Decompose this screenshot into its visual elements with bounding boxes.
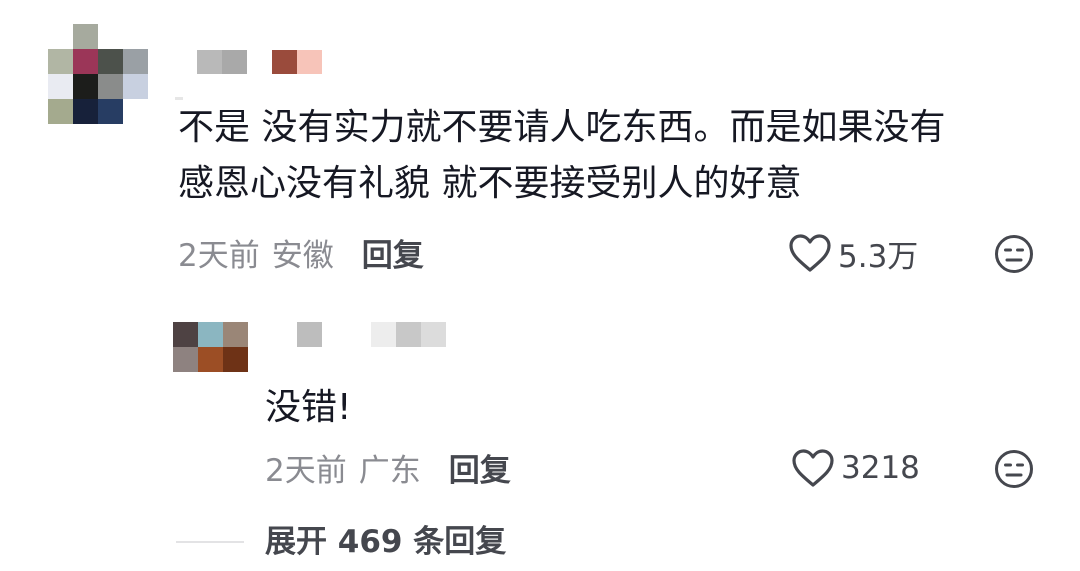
- reply-like-count: 3218: [841, 450, 920, 486]
- reply-location: 广东: [358, 452, 421, 489]
- comment-text-line-2: 感恩心没有礼貌 就不要接受别人的好意: [178, 163, 802, 204]
- reply-time: 2天前: [265, 452, 347, 489]
- expand-replies-button[interactable]: 展开 469 条回复: [265, 520, 506, 564]
- expand-divider: [176, 541, 244, 543]
- reply-like-button[interactable]: 3218: [791, 446, 920, 490]
- replier-username[interactable]: [297, 322, 322, 347]
- reply-text: 没错!: [265, 387, 352, 428]
- commenter-badge: [272, 50, 322, 74]
- like-button[interactable]: 5.3万: [788, 231, 918, 275]
- comment-text-line-1: 不是 没有实力就不要请人吃东西。而是如果没有: [178, 107, 946, 148]
- commenter-avatar[interactable]: [48, 24, 148, 124]
- reply-meta: 2天前 广东 回复: [265, 445, 511, 490]
- comment-location: 安徽: [271, 237, 334, 274]
- like-count: 5.3万: [838, 238, 919, 275]
- heart-outline-icon: [792, 449, 834, 487]
- comment-time: 2天前: [178, 237, 260, 274]
- replier-avatar[interactable]: [173, 322, 248, 372]
- meh-face-icon[interactable]: [994, 449, 1034, 489]
- heart-outline-icon: [789, 234, 831, 272]
- meh-face-icon[interactable]: [994, 234, 1034, 274]
- comment-text: 不是 没有实力就不要请人吃东西。而是如果没有 感恩心没有礼貌 就不要接受别人的好…: [178, 100, 945, 212]
- commenter-username[interactable]: [197, 50, 247, 74]
- reply-button[interactable]: 回复: [362, 230, 424, 275]
- comment-thread: 不是 没有实力就不要请人吃东西。而是如果没有 感恩心没有礼貌 就不要接受别人的好…: [0, 0, 1080, 571]
- reply-to-reply-button[interactable]: 回复: [449, 445, 511, 490]
- comment-meta: 2天前 安徽 回复: [178, 230, 424, 275]
- replier-badge: [371, 322, 446, 347]
